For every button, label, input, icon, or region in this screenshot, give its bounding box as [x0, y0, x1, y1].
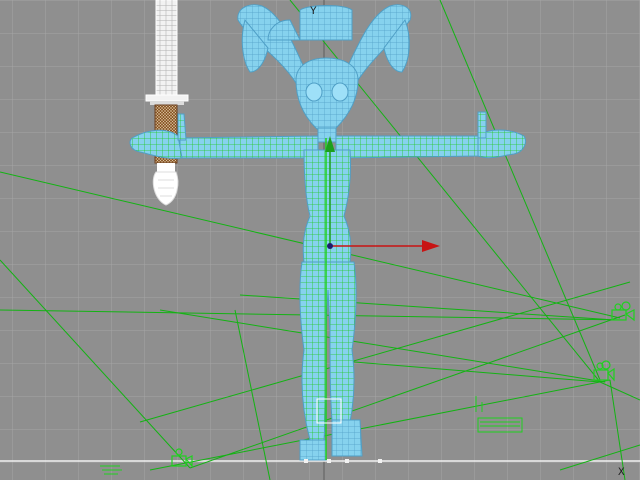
perspective-viewport[interactable]: Y X [0, 0, 640, 480]
y-axis-label: Y [310, 6, 317, 18]
x-axis-label: X [618, 467, 625, 479]
